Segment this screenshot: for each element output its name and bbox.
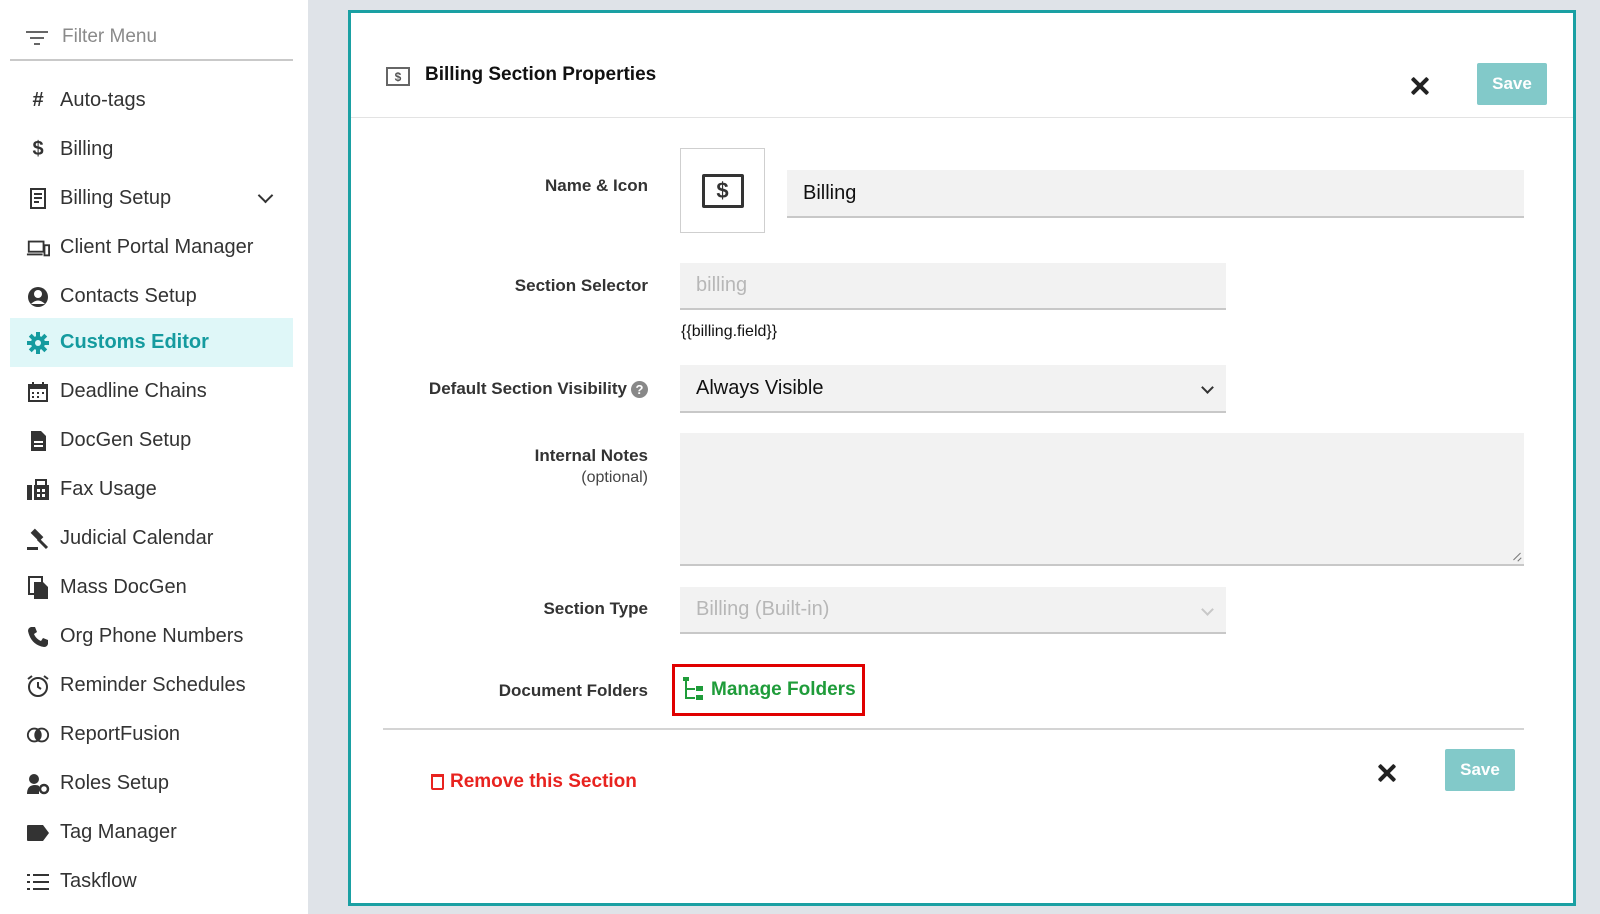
- section-properties-panel: $ Billing Section Properties Save Name &…: [348, 10, 1576, 906]
- internal-notes-label: Internal Notes: [534, 446, 648, 465]
- sidebar: Filter Menu # Auto-tags $ Billing Billin…: [0, 0, 308, 914]
- remove-section-button[interactable]: Remove this Section: [431, 771, 637, 793]
- sidebar-item-label: Tag Manager: [60, 821, 177, 843]
- sidebar-item-mass-docgen[interactable]: Mass DocGen: [10, 563, 293, 612]
- fusion-icon: [26, 723, 50, 747]
- user-circle-icon: [26, 285, 50, 309]
- list-icon: [26, 870, 50, 894]
- trash-icon: [431, 774, 444, 790]
- receipt-icon: [26, 187, 50, 211]
- sidebar-item-fax-usage[interactable]: Fax Usage: [10, 465, 293, 514]
- sidebar-item-auto-tags[interactable]: # Auto-tags: [10, 76, 293, 125]
- sidebar-item-customs-editor[interactable]: Customs Editor: [10, 318, 293, 367]
- icon-picker[interactable]: $: [680, 148, 765, 233]
- section-selector-input: billing: [680, 263, 1226, 310]
- panel-title: Billing Section Properties: [425, 64, 657, 85]
- section-type-value: Billing (Built-in): [696, 598, 830, 620]
- footer-close-button[interactable]: [1375, 761, 1399, 785]
- gavel-icon: [26, 527, 50, 551]
- sidebar-item-deadline-chains[interactable]: Deadline Chains: [10, 367, 293, 416]
- footer-divider: [383, 728, 1524, 730]
- resize-handle-icon[interactable]: [1511, 551, 1522, 562]
- close-button[interactable]: [1408, 74, 1432, 98]
- sidebar-item-label: Mass DocGen: [60, 576, 187, 598]
- section-selector-label: Section Selector: [514, 276, 648, 295]
- devices-icon: [26, 236, 50, 260]
- panel-header: $ Billing Section Properties Save: [351, 13, 1573, 118]
- hash-icon: #: [32, 89, 44, 111]
- manage-folders-label: Manage Folders: [711, 679, 856, 700]
- sidebar-item-label: ReportFusion: [60, 723, 181, 745]
- sidebar-item-org-phone-numbers[interactable]: Org Phone Numbers: [10, 612, 293, 661]
- section-name-input[interactable]: Billing: [787, 170, 1524, 218]
- filter-icon: [26, 29, 48, 45]
- sidebar-item-label: Taskflow: [60, 870, 137, 892]
- fax-icon: [26, 478, 50, 502]
- sidebar-item-label: Fax Usage: [60, 478, 157, 500]
- sidebar-item-roles-setup[interactable]: Roles Setup: [10, 759, 293, 808]
- sidebar-item-judicial-calendar[interactable]: Judicial Calendar: [10, 514, 293, 563]
- sidebar-item-billing-setup[interactable]: Billing Setup: [10, 174, 293, 223]
- document-folders-label: Document Folders: [498, 681, 648, 700]
- sidebar-item-label: Deadline Chains: [60, 380, 207, 402]
- sidebar-item-reminder-schedules[interactable]: Reminder Schedules: [10, 661, 293, 710]
- remove-section-label: Remove this Section: [450, 771, 637, 792]
- sidebar-item-label: Org Phone Numbers: [60, 625, 244, 647]
- visibility-selected-value: Always Visible: [696, 376, 824, 399]
- section-type-label: Section Type: [543, 599, 648, 618]
- selector-hint: {{billing.field}}: [681, 323, 778, 340]
- chevron-down-icon[interactable]: [257, 187, 274, 204]
- sidebar-item-label: Reminder Schedules: [60, 674, 246, 696]
- tag-icon: [26, 821, 50, 845]
- documents-icon: [26, 575, 50, 600]
- chevron-down-icon: [1201, 381, 1214, 394]
- sidebar-item-label: Billing Setup: [60, 187, 172, 209]
- internal-notes-textarea[interactable]: [680, 433, 1524, 566]
- sidebar-item-tag-manager[interactable]: Tag Manager: [10, 808, 293, 857]
- sidebar-item-label: Auto-tags: [60, 89, 146, 111]
- sidebar-item-label: DocGen Setup: [60, 429, 192, 451]
- footer-save-button[interactable]: Save: [1445, 749, 1515, 791]
- document-icon: [26, 429, 50, 453]
- sidebar-item-label: Client Portal Manager: [60, 236, 254, 258]
- section-type-select: Billing (Built-in): [680, 587, 1226, 634]
- sidebar-item-label: Customs Editor: [60, 331, 209, 353]
- billing-section-icon: $: [386, 67, 410, 86]
- filter-placeholder: Filter Menu: [62, 25, 158, 47]
- dollar-bill-icon: $: [701, 173, 744, 208]
- sidebar-item-label: Roles Setup: [60, 772, 169, 794]
- phone-icon: [26, 625, 50, 649]
- user-cog-icon: [26, 772, 50, 796]
- gear-icon: [26, 331, 50, 355]
- sidebar-item-client-portal-manager[interactable]: Client Portal Manager: [10, 223, 293, 272]
- help-icon[interactable]: ?: [631, 381, 648, 399]
- visibility-label: Default Section Visibility?: [429, 379, 648, 399]
- sidebar-item-billing[interactable]: $ Billing: [10, 125, 293, 174]
- alarm-clock-icon: [26, 674, 50, 698]
- name-icon-label: Name & Icon: [545, 176, 648, 195]
- dollar-icon: $: [32, 138, 44, 160]
- manage-folders-button[interactable]: Manage Folders: [672, 664, 865, 716]
- filter-menu-input[interactable]: Filter Menu: [10, 14, 293, 61]
- calendar-icon: [26, 380, 50, 404]
- internal-notes-optional: (optional): [581, 469, 648, 486]
- save-button[interactable]: Save: [1477, 63, 1547, 105]
- chevron-down-icon: [1201, 603, 1214, 616]
- sidebar-item-label: Judicial Calendar: [60, 527, 214, 549]
- folder-tree-icon: [683, 677, 705, 703]
- sidebar-item-taskflow[interactable]: Taskflow: [10, 857, 293, 906]
- sidebar-item-reportfusion[interactable]: ReportFusion: [10, 710, 293, 759]
- visibility-select[interactable]: Always Visible: [680, 365, 1226, 413]
- sidebar-item-label: Contacts Setup: [60, 285, 197, 307]
- visibility-label-text: Default Section Visibility: [428, 379, 627, 398]
- sidebar-item-docgen-setup[interactable]: DocGen Setup: [10, 416, 293, 465]
- sidebar-item-label: Billing: [60, 138, 114, 160]
- sidebar-item-contacts-setup[interactable]: Contacts Setup: [10, 272, 293, 321]
